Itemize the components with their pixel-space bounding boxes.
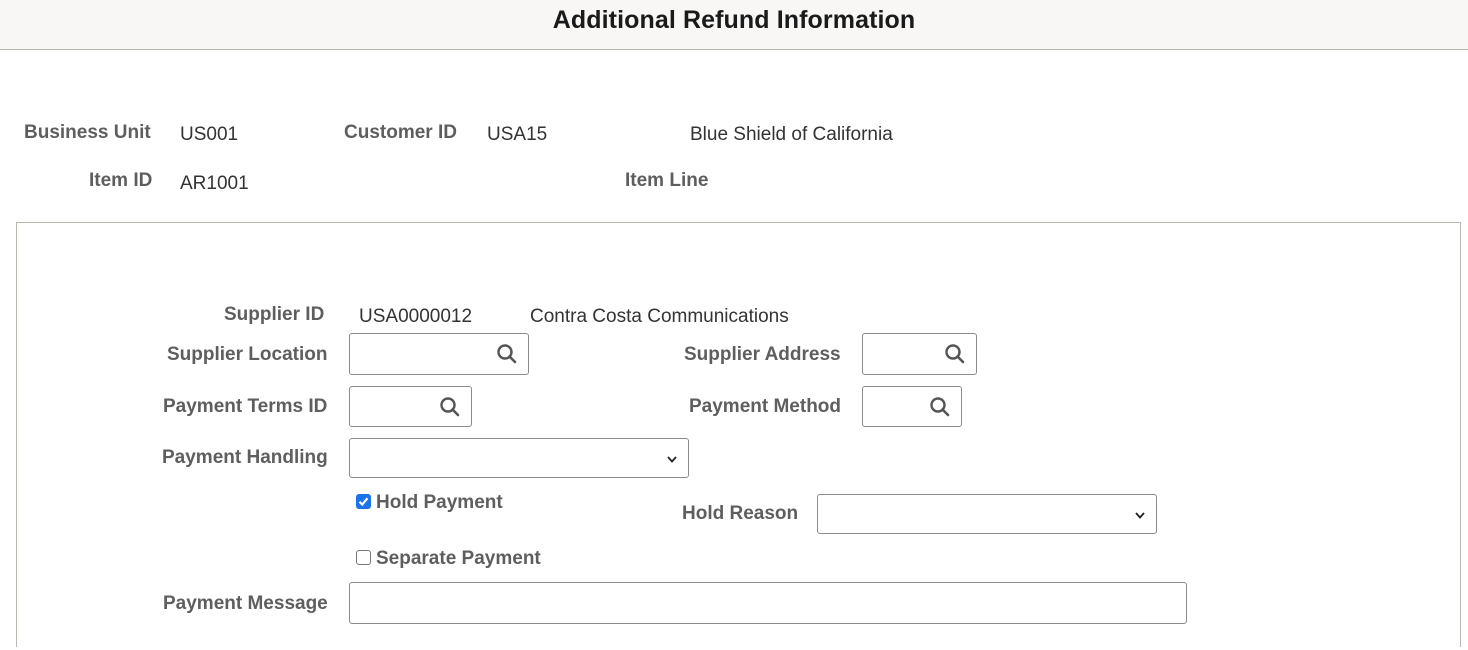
hold-payment-checkbox[interactable] — [356, 494, 371, 509]
chevron-down-icon — [667, 456, 677, 463]
supplier-id-value: USA0000012 — [359, 306, 473, 327]
payment-method-input[interactable] — [862, 386, 962, 427]
hold-reason-select[interactable] — [817, 494, 1157, 534]
page-header: Additional Refund Information — [0, 0, 1468, 50]
item-id-value: AR1001 — [180, 173, 249, 194]
payment-handling-select[interactable] — [349, 438, 689, 478]
customer-id-value: USA15 — [487, 124, 548, 145]
payment-method-label: Payment Method — [689, 396, 842, 417]
customer-id-label: Customer ID — [344, 122, 457, 143]
supplier-location-label: Supplier Location — [167, 344, 328, 365]
supplier-id-label: Supplier ID — [224, 304, 325, 325]
supplier-address-input[interactable] — [862, 333, 977, 375]
business-unit-label: Business Unit — [24, 122, 151, 143]
checkmark-icon — [358, 497, 369, 507]
separate-payment-label[interactable]: Separate Payment — [376, 548, 541, 570]
supplier-location-input[interactable] — [349, 333, 529, 375]
page-title: Additional Refund Information — [552, 6, 916, 34]
payment-terms-label: Payment Terms ID — [163, 396, 328, 417]
item-line-label: Item Line — [625, 170, 709, 191]
hold-reason-label: Hold Reason — [682, 503, 799, 524]
supplier-name: Contra Costa Communications — [530, 306, 789, 327]
chevron-down-icon — [1135, 512, 1145, 519]
search-icon[interactable] — [944, 343, 966, 365]
item-id-label: Item ID — [89, 170, 153, 191]
business-unit-value: US001 — [180, 124, 239, 145]
search-icon[interactable] — [496, 343, 518, 365]
payment-terms-input[interactable] — [349, 386, 472, 427]
payment-message-input[interactable] — [349, 582, 1187, 624]
hold-payment-label[interactable]: Hold Payment — [376, 492, 503, 514]
supplier-address-label: Supplier Address — [684, 344, 841, 365]
customer-name: Blue Shield of California — [690, 124, 893, 145]
separate-payment-checkbox[interactable] — [356, 550, 371, 565]
search-icon[interactable] — [929, 396, 951, 418]
payment-message-label: Payment Message — [163, 593, 328, 614]
payment-handling-label: Payment Handling — [162, 447, 328, 468]
search-icon[interactable] — [439, 396, 461, 418]
